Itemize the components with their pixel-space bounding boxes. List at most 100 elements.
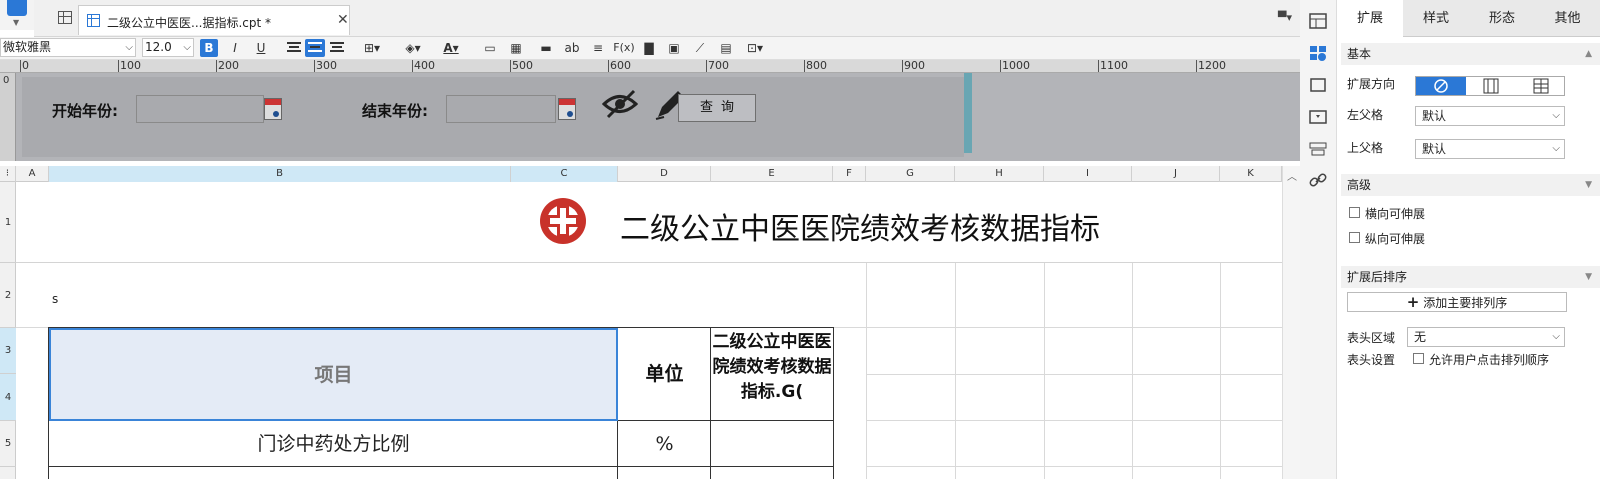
chart-icon[interactable]: ▇ [641,39,657,57]
section-sort[interactable]: 扩展后排序 ▼ [1341,266,1600,288]
add-sort-button[interactable]: + 添加主要排列序 [1347,292,1567,312]
align-right-icon[interactable] [330,42,344,52]
vertical-expand-button[interactable] [1466,77,1516,95]
merge-cells-icon[interactable]: ▭ [482,39,498,57]
font-color-icon[interactable]: A▾ [436,39,466,57]
condition-icon[interactable] [1309,141,1327,157]
hyperlink-icon[interactable] [1309,172,1327,188]
expand-direction-group [1415,76,1565,96]
close-tab-icon[interactable]: ✕ [337,12,349,28]
panel-resize-handle[interactable] [964,73,972,153]
end-year-field[interactable] [446,95,556,123]
row-header[interactable]: 3 [0,328,16,374]
header-cell-metric[interactable]: 二级公立中医医院绩效考核数据指标.G( [711,328,833,421]
query-button[interactable]: 查询 [678,94,756,122]
parameter-panel: 0 开始年份: 结束年份: 查询 [0,73,1300,161]
plus-icon: + [1406,293,1420,311]
left-parent-select[interactable]: 默认 ⌵ [1415,106,1565,126]
header-settings-label: 表头设置 [1347,353,1396,367]
row-header[interactable]: 5 [0,421,16,467]
chevron-down-icon: ⌵ [1552,143,1560,154]
horizontal-stretch-label: 横向可伸展 [1365,207,1426,221]
insert-row-icon[interactable]: ▬ [538,39,554,57]
font-size-select[interactable]: 12.0 ⌵ [142,38,194,57]
row-header[interactable]: 4 [0,374,16,421]
chevron-up-icon: ▼ [1585,180,1592,190]
column-header[interactable]: G [866,166,955,182]
vertical-scrollbar[interactable]: ︿ [1282,166,1300,479]
fill-color-icon[interactable]: ◈▾ [398,39,428,57]
property-tabs: 扩展 样式 形态 其他 [1337,0,1600,37]
app-logo-icon [7,0,27,16]
chevron-up-icon: ▼ [1585,272,1592,282]
report-title: 二级公立中医医院绩效考核数据指标 [620,212,1100,247]
allow-user-sort-checkbox[interactable] [1413,353,1424,364]
sheet-grid[interactable]: 二级公立中医医院绩效考核数据指标 s 项目 单位 二级公立中医医院绩效考核数据指… [16,182,1282,479]
row-header[interactable]: 1 [0,182,16,263]
column-header[interactable]: B [49,166,511,182]
calendar-icon[interactable] [264,98,282,120]
data-cell-unit[interactable]: % [618,421,711,467]
rich-text-icon[interactable]: ≡ [590,39,606,57]
start-year-label: 开始年份: [52,102,118,120]
header-cell-item[interactable]: 项目 [49,328,618,421]
border-icon[interactable]: ⊞▾ [360,39,384,57]
cell-element-icon[interactable] [1309,45,1327,61]
frame-icon[interactable] [1309,77,1327,93]
tab-list-icon[interactable]: ▀▾ [1278,11,1292,24]
tab-other[interactable]: 其他 [1535,0,1600,37]
tab-report-file[interactable]: 二级公立中医医...据指标.cpt * ✕ [78,5,350,35]
data-cell-item[interactable]: 门诊中药处方比例 [49,421,618,467]
column-header[interactable]: A [16,166,49,182]
start-year-field[interactable] [136,95,264,123]
column-header[interactable]: E [711,166,833,182]
more-icon[interactable]: ⊡▾ [742,39,768,57]
bold-button[interactable]: B [200,39,218,57]
row-header[interactable]: 2 [0,263,16,328]
underline-button[interactable]: U [252,39,270,57]
side-icon-bar [1300,0,1337,479]
column-header[interactable]: F [833,166,866,182]
header-area-label: 表头区域 [1347,331,1396,345]
format-toolbar: 微软雅黑 ⌵ 12.0 ⌵ B I U ⊞▾ ◈▾ A▾ ▭ ▦ ▬ ab ≡ F(… [0,37,1300,60]
new-template-icon[interactable] [58,11,72,24]
grid-icon[interactable]: ▦ [508,39,524,57]
font-family-select[interactable]: 微软雅黑 ⌵ [0,38,136,57]
section-advanced[interactable]: 高级 ▼ [1341,174,1600,196]
column-header[interactable]: D [618,166,711,182]
tab-expand[interactable]: 扩展 [1337,0,1403,37]
tab-style[interactable]: 样式 [1403,0,1469,37]
select-all-corner[interactable]: ⁝ [0,166,16,182]
slash-icon[interactable]: ⟋ [692,39,708,57]
widget-icon[interactable] [1309,109,1327,125]
cell-marker: s [52,292,59,306]
cell-attributes-icon[interactable] [1309,13,1327,29]
tab-shape[interactable]: 形态 [1469,0,1535,37]
no-expand-button[interactable] [1416,77,1466,95]
calendar-icon[interactable] [558,98,576,120]
column-header[interactable]: I [1044,166,1132,182]
horizontal-stretch-checkbox[interactable] [1349,207,1360,218]
column-header[interactable]: J [1132,166,1220,182]
column-header[interactable]: H [955,166,1044,182]
subreport-icon[interactable]: ▤ [718,39,734,57]
top-parent-label: 上父格 [1347,141,1384,155]
section-basic[interactable]: 基本 ▲ [1341,43,1600,65]
header-cell-unit[interactable]: 单位 [618,328,711,421]
align-center-button[interactable] [305,39,325,57]
horizontal-expand-button[interactable] [1516,77,1566,95]
align-left-icon[interactable] [287,42,301,52]
image-icon[interactable]: ▣ [666,39,682,57]
app-menu-button[interactable]: ▼ [0,0,34,30]
no-entry-icon [1434,79,1448,93]
header-area-select[interactable]: 无 ⌵ [1407,327,1565,347]
top-parent-select[interactable]: 默认 ⌵ [1415,139,1565,159]
end-year-label: 结束年份: [362,102,428,120]
formula-icon[interactable]: F(x) [613,39,635,57]
column-header[interactable]: C [511,166,618,182]
column-header[interactable]: K [1220,166,1282,182]
eye-hidden-icon[interactable] [602,89,638,119]
text-icon[interactable]: ab [563,39,581,57]
italic-button[interactable]: I [226,39,244,57]
vertical-stretch-checkbox[interactable] [1349,232,1360,243]
